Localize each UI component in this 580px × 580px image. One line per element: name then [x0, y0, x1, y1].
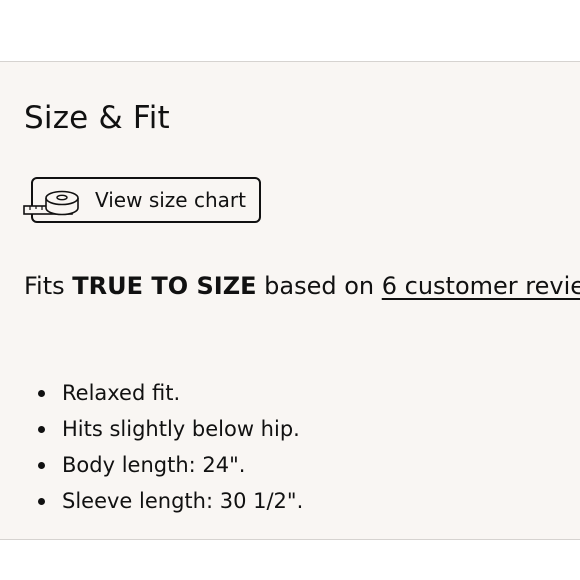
bullet-icon	[38, 498, 45, 505]
list-item: Sleeve length: 30 1/2".	[38, 483, 303, 519]
list-item: Relaxed fit.	[38, 375, 303, 411]
measuring-tape-icon	[23, 190, 79, 216]
fit-summary: Fits TRUE TO SIZE based on 6 customer re…	[24, 270, 580, 302]
bullet-icon	[38, 426, 45, 433]
customer-reviews-link[interactable]: 6 customer reviews	[382, 272, 580, 300]
fit-middle: based on	[256, 272, 382, 300]
fit-prefix: Fits	[24, 272, 73, 300]
size-fit-section: Size & Fit View size chart Fits TRUE TO …	[0, 61, 580, 540]
section-title: Size & Fit	[24, 100, 170, 136]
list-item: Hits slightly below hip.	[38, 411, 303, 447]
list-item: Body length: 24".	[38, 447, 303, 483]
view-size-chart-label: View size chart	[95, 188, 246, 212]
page-bottom-area	[0, 540, 580, 580]
bullet-icon	[38, 462, 45, 469]
page-top-area	[0, 0, 580, 61]
bullet-icon	[38, 390, 45, 397]
fit-details-list: Relaxed fit. Hits slightly below hip. Bo…	[38, 375, 303, 519]
fit-rating: TRUE TO SIZE	[72, 272, 257, 300]
